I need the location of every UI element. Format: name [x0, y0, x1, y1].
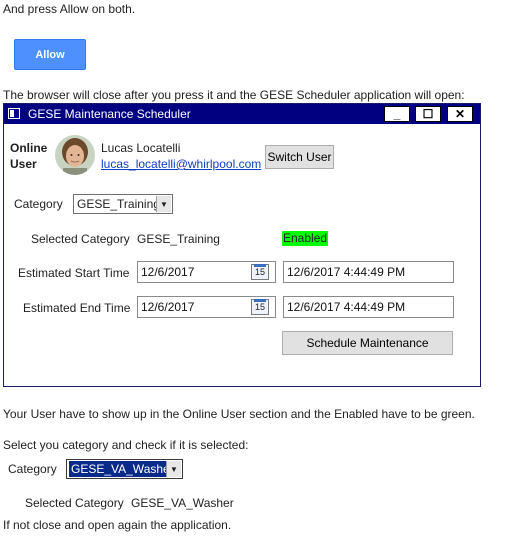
doc-category-select-value: GESE_VA_Washer: [69, 461, 176, 477]
app-window-icon: [8, 108, 20, 119]
instruction-line-2: The browser will close after you press i…: [3, 88, 465, 102]
doc-selected-category-value: GESE_VA_Washer: [131, 496, 234, 510]
online-user-label-1: Online: [10, 141, 48, 155]
instruction-line-3: Your User have to show up in the Online …: [3, 407, 475, 421]
window-title: GESE Maintenance Scheduler: [28, 107, 191, 121]
schedule-maintenance-button[interactable]: Schedule Maintenance: [282, 331, 453, 355]
end-datetime-field[interactable]: 12/6/2017 4:44:49 PM: [283, 296, 454, 318]
instruction-line-4: Select you category and check if it is s…: [3, 438, 249, 452]
instruction-line-1: And press Allow on both.: [3, 2, 136, 16]
calendar-icon[interactable]: 15: [251, 299, 269, 315]
category-select-value: GESE_Training: [77, 197, 160, 211]
switch-user-button[interactable]: Switch User: [265, 145, 334, 169]
chevron-down-icon[interactable]: ▼: [166, 461, 181, 477]
category-select[interactable]: GESE_Training ▼: [73, 194, 173, 214]
start-date-value: 12/6/2017: [141, 265, 195, 279]
user-email-link[interactable]: lucas_locatelli@whirlpool.com: [101, 157, 261, 171]
start-datetime-field[interactable]: 12/6/2017 4:44:49 PM: [283, 261, 454, 283]
allow-button[interactable]: Allow: [14, 39, 86, 70]
end-date-value: 12/6/2017: [141, 300, 195, 314]
end-datetime-value: 12/6/2017 4:44:49 PM: [287, 300, 406, 314]
selected-category-label: Selected Category: [31, 232, 130, 246]
minimize-button[interactable]: _: [384, 106, 410, 122]
selected-category-value: GESE_Training: [137, 232, 220, 246]
maximize-button[interactable]: ☐: [415, 106, 441, 122]
estimated-start-label: Estimated Start Time: [18, 266, 130, 280]
chevron-down-icon[interactable]: ▼: [156, 196, 171, 212]
estimated-end-label: Estimated End Time: [23, 301, 131, 315]
online-user-label-2: User: [10, 157, 37, 171]
start-datetime-value: 12/6/2017 4:44:49 PM: [287, 265, 406, 279]
doc-category-label: Category: [8, 462, 57, 476]
calendar-icon[interactable]: 15: [251, 264, 269, 280]
enabled-status-badge: Enabled: [282, 231, 329, 246]
category-label: Category: [14, 197, 63, 211]
user-avatar: [55, 135, 95, 175]
gese-scheduler-window: GESE Maintenance Scheduler _ ☐ ✕ Online …: [3, 103, 481, 387]
instruction-line-5: If not close and open again the applicat…: [3, 518, 232, 532]
user-name: Lucas Locatelli: [101, 141, 181, 155]
doc-selected-category-label: Selected Category: [25, 496, 124, 510]
window-titlebar[interactable]: GESE Maintenance Scheduler _ ☐ ✕: [4, 104, 480, 124]
doc-category-select[interactable]: GESE_VA_Washer ▼: [66, 459, 183, 479]
close-button[interactable]: ✕: [447, 106, 473, 122]
